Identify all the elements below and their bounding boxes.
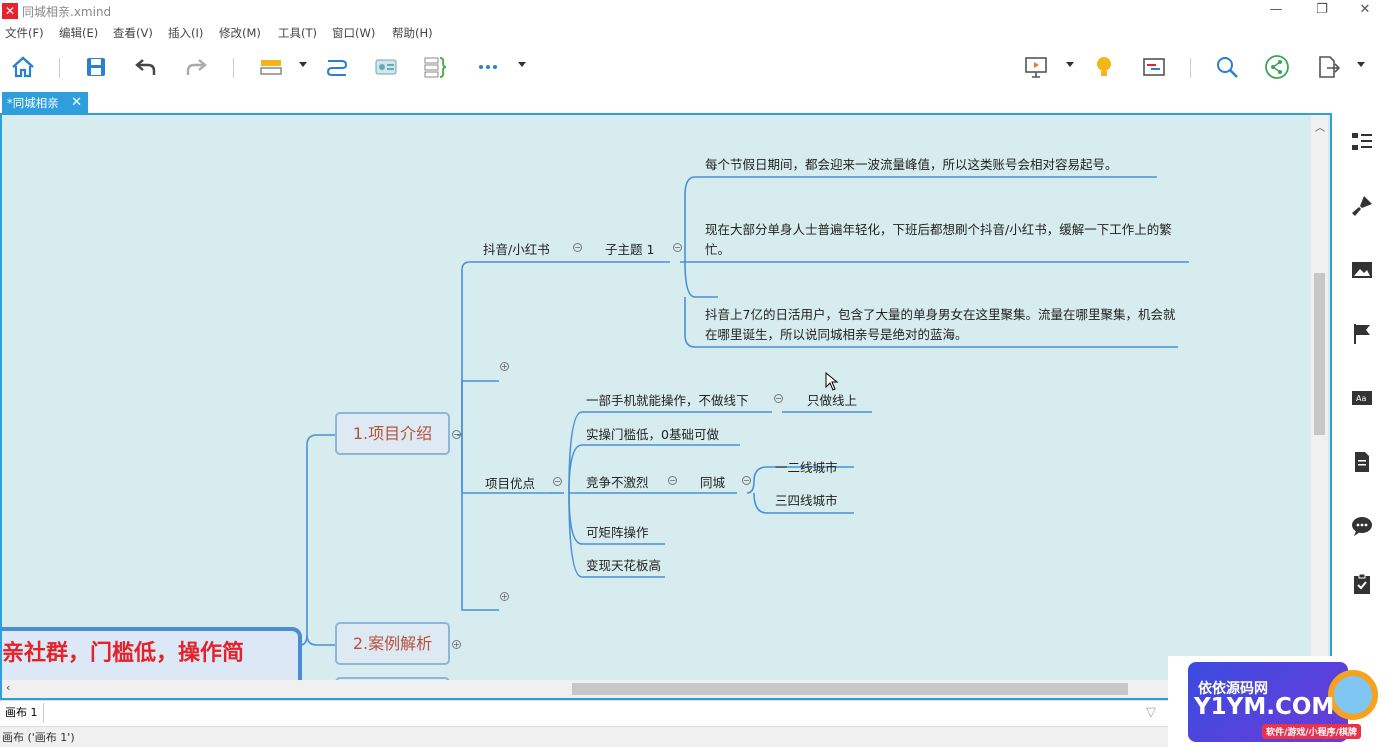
expand-toggle[interactable]: + (500, 592, 509, 601)
mindmap-canvas[interactable]: 1.项目介绍 − 2.案例解析 + 亲社群，门槛低，操作简 抖音/小红书 − 子… (0, 113, 1332, 700)
undo-icon[interactable] (131, 52, 161, 82)
topic-tier1-cities[interactable]: 一二线城市 (775, 457, 838, 476)
tab-bar: *同城相亲 ✕ (0, 92, 1388, 114)
window-title: 同城相亲.xmind (22, 5, 112, 19)
gantt-icon[interactable] (1139, 52, 1169, 82)
topic-advantages[interactable]: 项目优点 (485, 473, 535, 492)
export-dropdown[interactable] (1357, 62, 1365, 67)
tab-document[interactable]: *同城相亲 ✕ (2, 92, 88, 114)
home-icon[interactable] (8, 52, 38, 82)
notes-icon[interactable] (1349, 449, 1375, 475)
watermark-line3: 软件/游戏/小程序/棋牌 (1262, 724, 1361, 739)
toolbar-divider (1190, 58, 1191, 78)
collapse-toggle[interactable]: − (774, 394, 783, 403)
menu-bar: 文件(F) 编辑(E) 查看(V) 插入(I) 修改(M) 工具(T) 窗口(W… (0, 22, 1388, 42)
image-icon[interactable] (1349, 257, 1375, 283)
export-icon[interactable] (1313, 52, 1343, 82)
adv-one-phone[interactable]: 一部手机就能操作，不做线下 (586, 390, 749, 409)
topic-note-3[interactable]: 抖音上7亿的日活用户，包含了大量的单身男女在这里聚集。流量在哪里聚集，机会就在哪… (705, 305, 1177, 345)
summary-icon[interactable] (420, 52, 450, 82)
relationship-icon[interactable] (322, 52, 352, 82)
horizontal-scrollbar[interactable]: ‹ (2, 680, 1311, 698)
topic-offline-only[interactable]: 只做线上 (807, 390, 857, 409)
menu-edit[interactable]: 编辑(E) (59, 25, 98, 41)
textbox-icon[interactable]: Aa (1349, 385, 1375, 411)
toolbar-divider (59, 58, 60, 78)
presentation-icon[interactable] (1021, 52, 1051, 82)
menu-modify[interactable]: 修改(M) (219, 25, 261, 41)
title-bar: ✕ 同城相亲.xmind — ❐ ✕ (0, 0, 1388, 22)
marker-flag-icon[interactable] (1349, 321, 1375, 347)
filter-icon[interactable]: ▽ (1146, 705, 1156, 720)
collapse-toggle[interactable]: − (573, 243, 582, 252)
adv-matrix[interactable]: 可矩阵操作 (586, 522, 649, 541)
topic-douyin[interactable]: 抖音/小红书 (483, 239, 550, 258)
adv-high-ceiling[interactable]: 变现天花板高 (586, 555, 661, 574)
tab-label: *同城相亲 (7, 96, 59, 110)
collapse-toggle[interactable]: − (452, 430, 461, 439)
more-dropdown[interactable] (518, 62, 526, 67)
adv-low-threshold[interactable]: 实操门槛低，0基础可做 (586, 424, 719, 443)
boundary-icon[interactable] (371, 52, 401, 82)
close-window-button[interactable]: ✕ (1342, 0, 1388, 22)
outline-icon[interactable] (1349, 129, 1375, 155)
minimize-button[interactable]: — (1253, 0, 1299, 22)
magnifier-icon (1328, 670, 1378, 720)
topic-note-2[interactable]: 现在大部分单身人士普遍年轻化，下班后都想刷个抖音/小红书，缓解一下工作上的繁忙。 (705, 220, 1189, 260)
task-icon[interactable] (1349, 571, 1375, 597)
topic-subtopic1[interactable]: 子主题 1 (605, 239, 654, 258)
format-brush-icon[interactable] (1349, 193, 1375, 219)
vertical-scroll-thumb[interactable] (1314, 273, 1325, 435)
redo-icon[interactable] (181, 52, 211, 82)
topic-tier3-cities[interactable]: 三四线城市 (775, 490, 838, 509)
right-panel: Aa (1335, 113, 1388, 700)
restore-button[interactable]: ❐ (1299, 0, 1345, 22)
more-icon[interactable] (473, 52, 503, 82)
presentation-dropdown[interactable] (1066, 62, 1074, 67)
scroll-up-icon[interactable]: ︿ (1315, 119, 1325, 134)
topic-note-1[interactable]: 每个节假日期间，都会迎来一波流量峰值，所以这类账号会相对容易起号。 (705, 155, 1165, 175)
adv-low-competition[interactable]: 竞争不激烈 (586, 472, 649, 491)
collapse-toggle[interactable]: − (742, 476, 751, 485)
toolbar-divider (233, 58, 234, 78)
search-icon[interactable] (1212, 52, 1242, 82)
save-icon[interactable] (81, 52, 111, 82)
idea-icon[interactable] (1089, 52, 1119, 82)
xmind-window: ✕ 同城相亲.xmind — ❐ ✕ 文件(F) 编辑(E) 查看(V) 插入(… (0, 0, 1388, 747)
tab-close-icon[interactable]: ✕ (71, 92, 82, 114)
toolbar (0, 42, 1388, 92)
menu-view[interactable]: 查看(V) (113, 25, 153, 41)
topic-same-city[interactable]: 同城 (700, 472, 725, 491)
svg-text:Aa: Aa (1356, 394, 1366, 403)
collapse-toggle[interactable]: − (673, 243, 682, 252)
menu-file[interactable]: 文件(F) (5, 25, 44, 41)
topic-project-intro[interactable]: 1.项目介绍 (335, 412, 450, 455)
mouse-cursor-icon (825, 372, 839, 391)
horizontal-scroll-thumb[interactable] (572, 683, 1128, 695)
topic-style-dropdown[interactable] (299, 62, 307, 67)
expand-toggle[interactable]: + (452, 640, 461, 649)
expand-toggle[interactable]: + (500, 362, 509, 371)
vertical-scrollbar[interactable]: ︿ (1311, 115, 1328, 680)
topic-case-analysis[interactable]: 2.案例解析 (335, 622, 450, 665)
xmind-logo-icon: ✕ (2, 3, 18, 19)
topic-style-icon[interactable] (256, 52, 286, 82)
central-topic-text: 亲社群，门槛低，操作简 (2, 641, 245, 666)
sheet-tab-1[interactable]: 画布 1 (2, 703, 44, 723)
menu-help[interactable]: 帮助(H) (392, 25, 433, 41)
menu-insert[interactable]: 插入(I) (168, 25, 203, 41)
collapse-toggle[interactable]: − (668, 476, 677, 485)
collapse-toggle[interactable]: − (553, 477, 562, 486)
watermark-logo: 依依源码网 Y1YM.COM 软件/游戏/小程序/棋牌 (1168, 656, 1388, 747)
watermark-line2: Y1YM.COM (1194, 694, 1335, 720)
share-icon[interactable] (1262, 52, 1292, 82)
menu-window[interactable]: 窗口(W) (332, 25, 375, 41)
menu-tools[interactable]: 工具(T) (278, 25, 317, 41)
comment-icon[interactable] (1349, 513, 1375, 539)
scroll-left-icon[interactable]: ‹ (6, 681, 10, 694)
